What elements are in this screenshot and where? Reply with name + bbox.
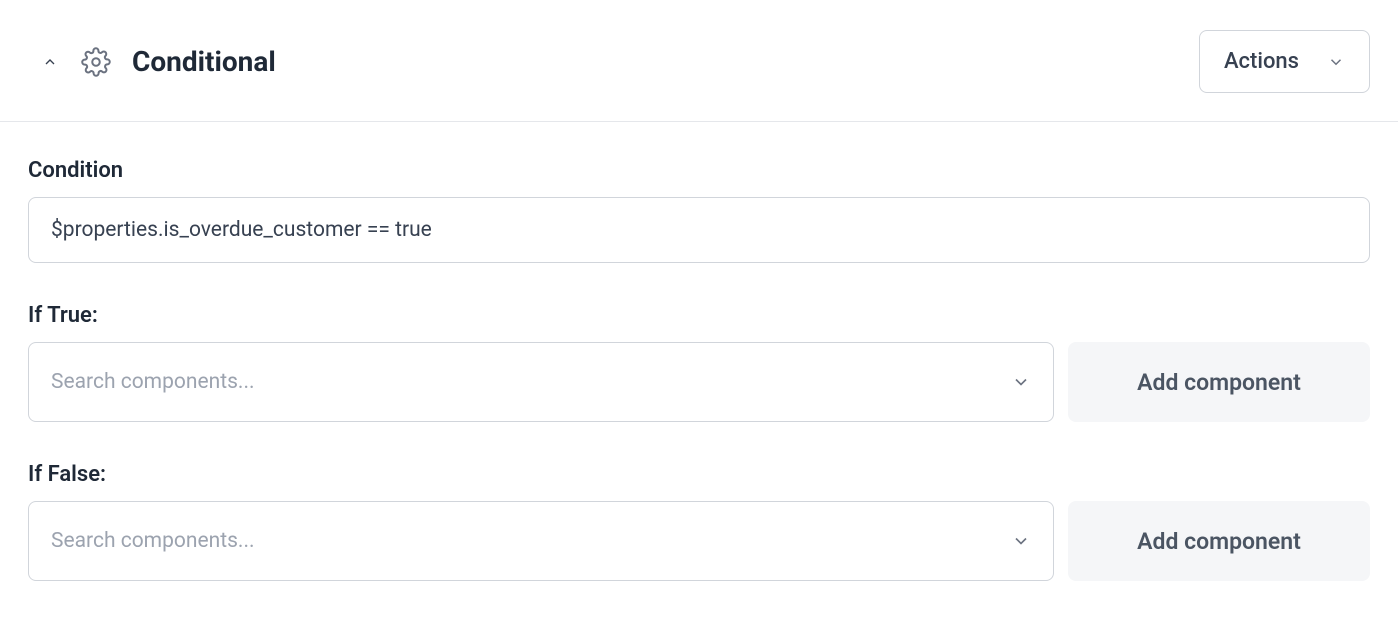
if-false-label: If False:: [28, 462, 1370, 487]
chevron-up-icon: [42, 54, 58, 70]
add-component-label: Add component: [1137, 369, 1301, 396]
header-left: Conditional: [40, 45, 276, 78]
if-false-row: Add component: [28, 501, 1370, 581]
gear-icon: [80, 46, 112, 78]
chevron-down-icon: [1327, 53, 1345, 71]
if-true-row: Add component: [28, 342, 1370, 422]
chevron-down-icon: [1011, 531, 1031, 551]
if-false-add-button[interactable]: Add component: [1068, 501, 1370, 581]
if-true-label: If True:: [28, 303, 1370, 328]
chevron-down-icon: [1011, 372, 1031, 392]
actions-label: Actions: [1224, 49, 1299, 74]
collapse-toggle[interactable]: [40, 52, 60, 72]
condition-section: Condition: [28, 158, 1370, 263]
if-true-search-input[interactable]: [51, 370, 1011, 394]
if-false-search-input[interactable]: [51, 529, 1011, 553]
if-true-add-button[interactable]: Add component: [1068, 342, 1370, 422]
actions-dropdown[interactable]: Actions: [1199, 30, 1370, 93]
condition-input[interactable]: [28, 197, 1370, 263]
add-component-label: Add component: [1137, 528, 1301, 555]
component-body: Condition If True: Add component If Fals…: [0, 122, 1398, 581]
component-header: Conditional Actions: [0, 0, 1398, 122]
if-false-section: If False: Add component: [28, 462, 1370, 581]
condition-label: Condition: [28, 158, 1370, 183]
component-title: Conditional: [132, 45, 276, 78]
if-true-section: If True: Add component: [28, 303, 1370, 422]
if-false-search[interactable]: [28, 501, 1054, 581]
if-true-search[interactable]: [28, 342, 1054, 422]
